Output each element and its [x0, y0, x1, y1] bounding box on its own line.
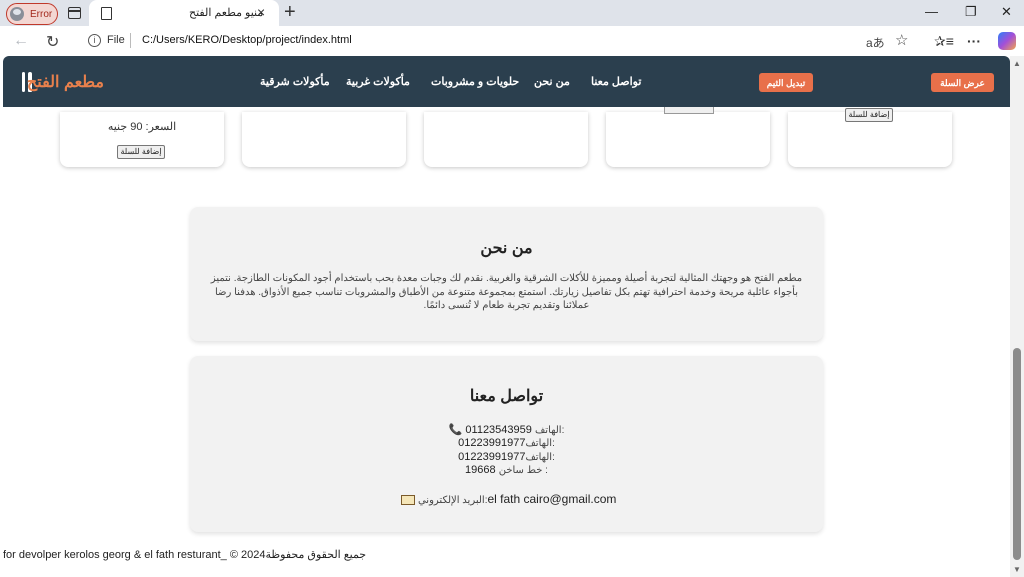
profile-status: Error	[30, 8, 53, 20]
phone-line: 📞 01123543959 الهاتف:	[190, 423, 823, 436]
phone-number[interactable]: 01223991977	[458, 437, 525, 449]
phone-icon: 📞	[448, 424, 463, 436]
window-close-button[interactable]: ✕	[1001, 4, 1012, 20]
scroll-up-arrow-icon[interactable]: ▲	[1013, 59, 1021, 68]
active-tab[interactable]: منيو مطعم الفتح ×	[89, 0, 279, 26]
phone-number[interactable]: 01223991977	[458, 451, 525, 463]
about-title: من نحن	[480, 240, 533, 257]
page-scrollbar[interactable]: ▲ ▼	[1010, 56, 1024, 577]
product-price: السعر: 90 جنيه	[60, 120, 224, 133]
file-label: File	[107, 34, 125, 46]
nav-about[interactable]: من نحن	[534, 75, 570, 88]
toggle-theme-button[interactable]: تبديل الثيم	[759, 73, 813, 92]
nav-western-food[interactable]: مأكولات غربية	[346, 75, 410, 88]
price-value: 90	[130, 121, 143, 133]
email-line: البريد الإلكتروني:el fath cairo@gmail.co…	[190, 492, 823, 506]
site-header: مطعم الفتح مأكولات شرقية مأكولات غربية ح…	[3, 56, 1010, 107]
profile-button[interactable]: Error	[6, 3, 58, 25]
add-to-cart-button[interactable]: إضافة للسلة	[845, 108, 893, 122]
favorite-star-icon[interactable]: ☆	[895, 31, 908, 49]
browser-tab-bar: Error منيو مطعم الفتح × + — ❐ ✕	[0, 0, 1024, 26]
phone-label: الهاتف:	[534, 425, 565, 436]
view-cart-button[interactable]: عرض السلة	[931, 73, 994, 92]
brand-name[interactable]: مطعم الفتح	[27, 72, 104, 92]
price-label: السعر:	[145, 121, 177, 133]
phone-line: 01223991977الهاتف:	[190, 451, 823, 463]
hotline-line: 19668 خط ساخن :	[190, 464, 823, 476]
minimize-button[interactable]: —	[925, 4, 938, 19]
contact-section: تواصل معنا 📞 01123543959 الهاتف: 0122399…	[190, 356, 823, 532]
new-tab-button[interactable]: +	[284, 1, 296, 24]
page-viewport: مطعم الفتح مأكولات شرقية مأكولات غربية ح…	[0, 56, 1010, 577]
omnibox[interactable]: i File C:/Users/KERO/Desktop/project/ind…	[80, 29, 925, 53]
address-bar-row: ← ↻ i File C:/Users/KERO/Desktop/project…	[0, 26, 1024, 57]
scroll-down-arrow-icon[interactable]: ▼	[1013, 565, 1021, 574]
restore-button[interactable]: ❐	[965, 4, 977, 20]
scroll-thumb[interactable]	[1013, 348, 1021, 560]
product-card	[242, 112, 406, 167]
more-options-icon[interactable]: ···	[967, 33, 981, 49]
profile-avatar-icon	[10, 7, 24, 21]
footer-copyright: for devolper kerolos georg & el fath res…	[3, 549, 367, 561]
contact-title: تواصل معنا	[469, 388, 544, 405]
product-card: إضافة للسلة	[788, 108, 952, 167]
add-to-cart-button-edge[interactable]	[664, 107, 714, 114]
back-button[interactable]: ←	[13, 32, 29, 50]
email-address[interactable]: el fath cairo@gmail.com	[487, 492, 616, 506]
about-section: من نحن مطعم الفتح هو وجهتك المثالية لتجر…	[190, 207, 823, 341]
site-info-icon[interactable]: i	[88, 34, 101, 47]
phone-label: الهاتف:	[525, 438, 555, 449]
hotline-label: خط ساخن :	[498, 465, 548, 476]
copilot-icon[interactable]	[998, 32, 1016, 50]
nav-desserts-drinks[interactable]: حلويات و مشروبات	[431, 75, 519, 88]
phone-number[interactable]: 01123543959	[465, 424, 531, 436]
nav-eastern-food[interactable]: مأكولات شرقية	[260, 75, 330, 88]
tab-close-icon[interactable]: ×	[257, 4, 265, 20]
price-currency: جنيه	[107, 121, 128, 133]
nav-contact[interactable]: تواصل معنا	[591, 75, 641, 88]
url-text[interactable]: C:/Users/KERO/Desktop/project/index.html	[142, 34, 352, 46]
product-card	[424, 112, 588, 167]
tab-title: منيو مطعم الفتح	[189, 7, 264, 19]
email-label: البريد الإلكتروني:	[417, 495, 488, 506]
phone-label: الهاتف:	[525, 452, 555, 463]
product-card: السعر: 90 جنيه إضافة للسلة	[60, 112, 224, 167]
about-text: مطعم الفتح هو وجهتك المثالية لتجربة أصيل…	[210, 273, 803, 311]
document-icon	[101, 7, 112, 20]
url-divider	[130, 33, 131, 48]
read-aloud-icon[interactable]: aあ	[866, 34, 885, 51]
favorites-bar-icon[interactable]: ✰≡	[934, 33, 954, 50]
tab-actions-icon[interactable]	[68, 7, 81, 19]
mail-icon	[400, 494, 415, 505]
product-card	[606, 107, 770, 167]
add-to-cart-button[interactable]: إضافة للسلة	[117, 145, 165, 159]
reload-button[interactable]: ↻	[46, 32, 59, 52]
phone-line: 01223991977الهاتف:	[190, 437, 823, 449]
hotline-number[interactable]: 19668	[465, 464, 496, 476]
